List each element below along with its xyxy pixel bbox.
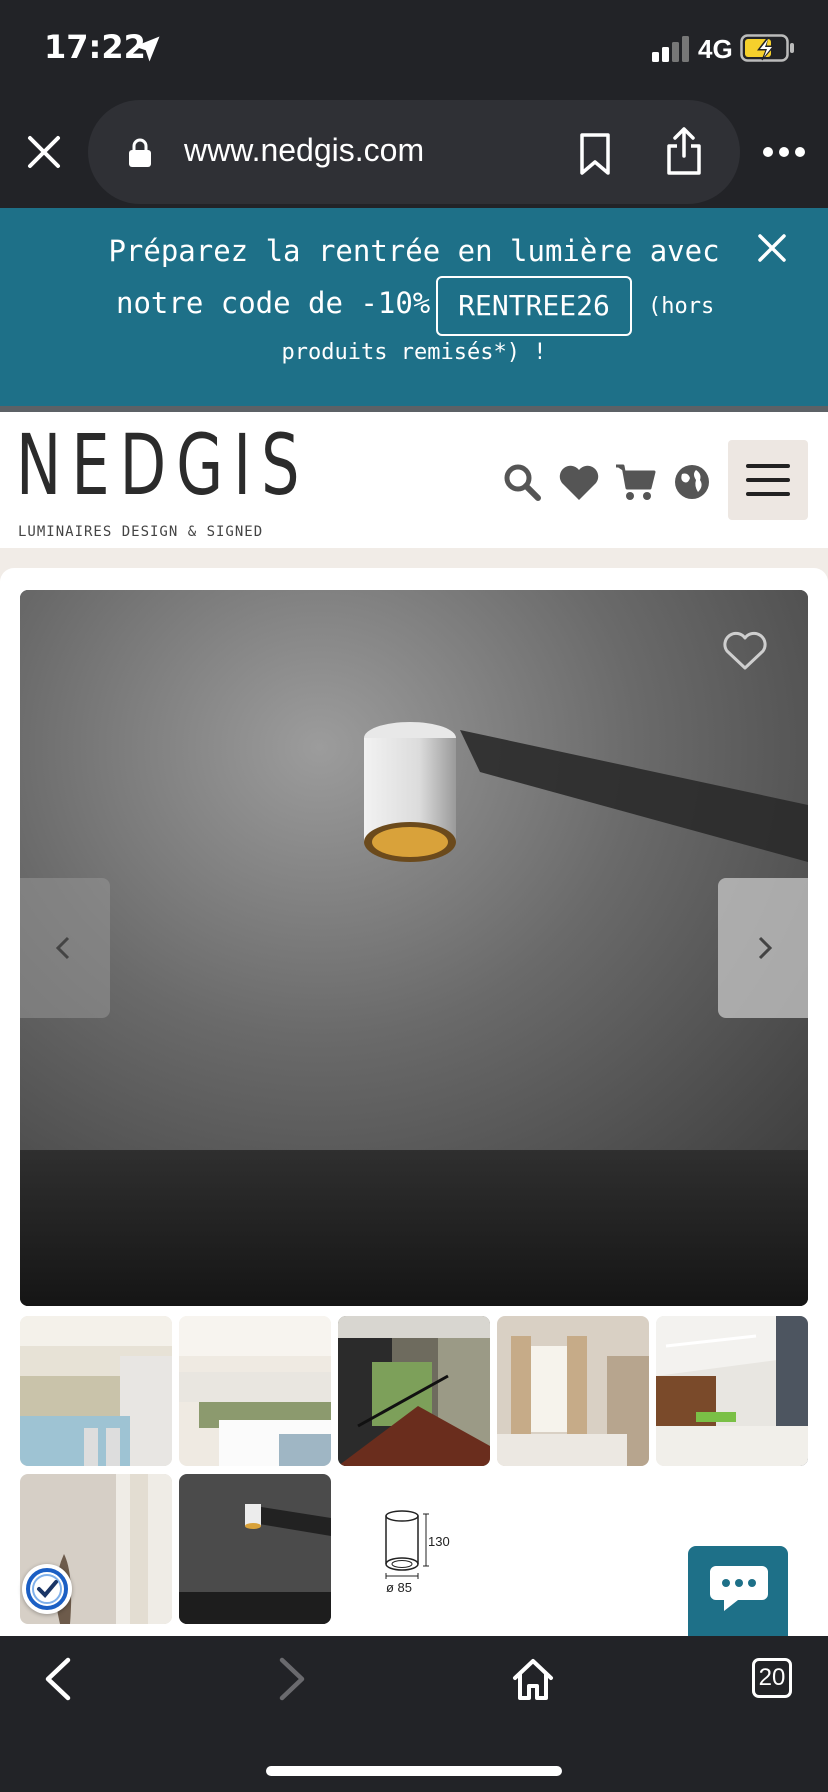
status-bar: 17:22 4G — [0, 0, 828, 96]
trust-badge[interactable] — [22, 1564, 72, 1614]
globe-language-icon[interactable] — [672, 462, 712, 502]
product-main-image[interactable] — [20, 590, 808, 1306]
back-icon[interactable] — [40, 1656, 74, 1702]
lock-icon — [129, 138, 151, 167]
product-thumbnail[interactable] — [656, 1316, 808, 1466]
dimension-drawing[interactable]: 130 ø 85 — [338, 1474, 490, 1624]
location-arrow-icon — [134, 36, 160, 62]
chevron-left-icon — [55, 936, 70, 960]
image-next-button[interactable] — [718, 878, 808, 1018]
url-text[interactable]: www.nedgis.com — [184, 132, 424, 169]
home-icon[interactable] — [510, 1656, 556, 1702]
forward-icon — [279, 1657, 305, 1701]
battery-charging-icon — [740, 34, 794, 62]
product-thumbnail[interactable] — [497, 1316, 649, 1466]
verified-check-icon — [26, 1568, 68, 1610]
more-options-icon[interactable] — [762, 146, 806, 158]
tabs-button[interactable]: 20 — [752, 1658, 792, 1698]
promo-text-line2-suffix: (hors — [648, 294, 715, 319]
wishlist-heart-icon[interactable] — [558, 462, 600, 502]
product-thumbnail[interactable] — [338, 1316, 490, 1466]
home-indicator — [266, 1766, 562, 1776]
search-icon[interactable] — [502, 462, 542, 502]
status-time: 17:22 — [44, 28, 146, 66]
cellular-signal-icon — [652, 36, 689, 62]
promo-text-line3: produits remisés*) ! — [281, 340, 547, 365]
dimension-height-label: 130 — [428, 1534, 450, 1549]
site-logo[interactable]: NEDGIS — [16, 420, 310, 510]
site-tagline: LUMINAIRES DESIGN & SIGNED — [18, 524, 264, 540]
favorite-heart-icon[interactable] — [722, 630, 768, 672]
chevron-right-icon — [758, 936, 773, 960]
dimension-diameter-label: ø 85 — [386, 1580, 412, 1595]
network-type: 4G — [698, 34, 733, 64]
cart-icon[interactable] — [614, 462, 656, 502]
product-thumbnail[interactable] — [179, 1316, 331, 1466]
chat-bubble-icon — [710, 1566, 768, 1611]
close-icon[interactable] — [22, 130, 66, 174]
bookmark-icon[interactable] — [578, 132, 612, 176]
promo-code[interactable]: RENTREE26 — [436, 276, 632, 336]
share-icon[interactable] — [664, 126, 704, 176]
image-prev-button[interactable] — [20, 878, 110, 1018]
promo-banner: Préparez la rentrée en lumière avec notr… — [0, 208, 828, 406]
promo-close-icon[interactable] — [756, 232, 788, 264]
product-thumbnail[interactable] — [20, 1316, 172, 1466]
product-thumbnail[interactable] — [179, 1474, 331, 1624]
chat-button[interactable] — [688, 1546, 788, 1636]
promo-text-line1: Préparez la rentrée en lumière avec — [108, 234, 720, 268]
promo-text-line2: notre code de -10% — [116, 286, 431, 320]
menu-button[interactable] — [728, 440, 808, 520]
